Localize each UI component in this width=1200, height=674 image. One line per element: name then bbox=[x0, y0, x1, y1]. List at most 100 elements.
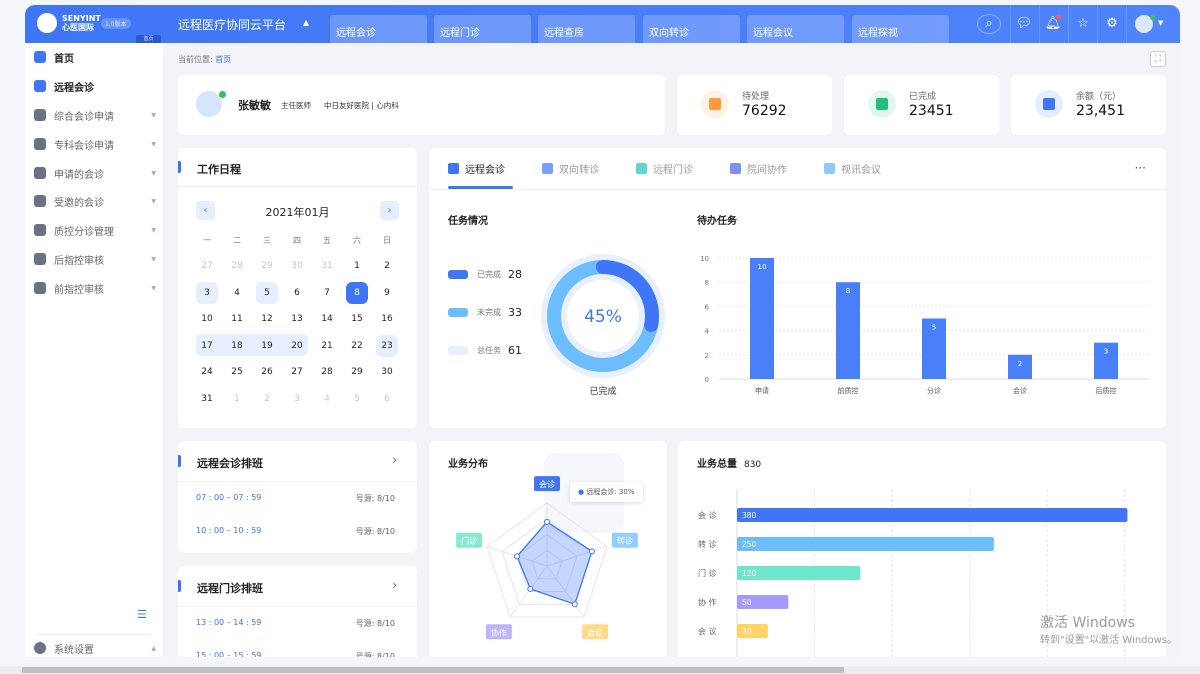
calendar-day[interactable]: 31 bbox=[196, 388, 218, 410]
radar-indicator: 门诊 bbox=[456, 532, 483, 548]
scrollbar-thumb[interactable] bbox=[22, 667, 844, 673]
schedule-time[interactable]: 07 : 00 – 07 : 59 bbox=[196, 493, 261, 502]
bar-value-label: 5 bbox=[932, 324, 936, 332]
tab-3[interactable]: 院间协作 bbox=[730, 161, 787, 176]
schedule-time[interactable]: 13 : 00 – 14 : 59 bbox=[196, 618, 261, 627]
chevron-right-icon[interactable]: › bbox=[392, 578, 397, 592]
calendar-day[interactable]: 24 bbox=[196, 361, 218, 383]
search-icon[interactable]: ⌕ bbox=[977, 14, 1001, 34]
chevron-right-icon[interactable]: › bbox=[392, 453, 397, 467]
calendar-day[interactable]: 6 bbox=[286, 282, 308, 304]
breadcrumb-prefix: 当前位置: bbox=[178, 55, 213, 64]
nav-tab[interactable]: 远程探视 bbox=[852, 15, 949, 43]
nav-tab[interactable]: 远程会诊 bbox=[330, 15, 427, 43]
calendar-day[interactable]: 16 bbox=[376, 308, 398, 330]
calendar-day[interactable]: 28 bbox=[316, 361, 338, 383]
calendar-day[interactable]: 4 bbox=[226, 282, 248, 304]
calendar-day[interactable]: 11 bbox=[226, 308, 248, 330]
radar-indicator: 会议 bbox=[582, 624, 609, 640]
divider bbox=[178, 606, 417, 607]
calendar-day[interactable]: 5 bbox=[346, 388, 368, 410]
calendar-day[interactable]: 3 bbox=[196, 281, 218, 304]
calendar-day[interactable]: 4 bbox=[316, 388, 338, 410]
radar-indicator: 会诊 bbox=[534, 476, 560, 492]
calendar-day[interactable]: 27 bbox=[286, 361, 308, 383]
tab-2[interactable]: 远程门诊 bbox=[636, 161, 693, 176]
calendar-day[interactable]: 30 bbox=[286, 255, 308, 277]
calendar-day[interactable]: 19 bbox=[256, 335, 278, 357]
radar-indicator: 转诊 bbox=[611, 532, 638, 548]
calendar-day[interactable]: 8 bbox=[346, 281, 368, 304]
calendar-day[interactable]: 31 bbox=[316, 255, 338, 277]
weekday-label: 二 bbox=[233, 236, 241, 245]
sidebar-item[interactable]: 专科会诊申请 ▼ bbox=[34, 134, 156, 154]
indicator-label: 转诊 bbox=[617, 536, 633, 546]
sidebar-item[interactable]: 后指控审核 ▼ bbox=[34, 249, 156, 269]
scrollbar-track[interactable] bbox=[0, 666, 1200, 674]
doctor-org: 中日友好医院 | 心内科 bbox=[324, 101, 399, 110]
fullscreen-icon[interactable]: ⛶ bbox=[1150, 51, 1166, 67]
breadcrumb-home[interactable]: 首页 bbox=[215, 55, 231, 64]
calendar-day[interactable]: 30 bbox=[376, 361, 398, 383]
sidebar-item[interactable]: 综合会诊申请 ▼ bbox=[34, 105, 156, 125]
calendar-day[interactable]: 25 bbox=[226, 361, 248, 383]
calendar-day[interactable]: 22 bbox=[346, 335, 368, 357]
calendar-day[interactable]: 23 bbox=[376, 334, 398, 357]
schedule-time[interactable]: 15 : 00 – 15 : 59 bbox=[196, 651, 261, 657]
calendar-day[interactable]: 2 bbox=[376, 255, 398, 277]
calendar-day[interactable]: 10 bbox=[196, 308, 218, 330]
sidebar-item-label: 受邀的会诊 bbox=[54, 197, 104, 209]
calendar-day[interactable]: 27 bbox=[196, 255, 218, 277]
sidebar-item-label: 综合会诊申请 bbox=[54, 111, 114, 123]
sidebar-item-settings[interactable]: 系统设置 ▲ bbox=[34, 638, 156, 657]
bell-icon[interactable]: 🔔︎ bbox=[1042, 13, 1064, 35]
chevron-down-icon: ▼ bbox=[151, 226, 156, 234]
chevron-down-icon[interactable]: ▼ bbox=[1158, 19, 1163, 27]
calendar-day[interactable]: 2 bbox=[256, 388, 278, 410]
sidebar-item[interactable]: 受邀的会诊 ▼ bbox=[34, 191, 156, 211]
sidebar-item[interactable]: 质控分诊管理 ▼ bbox=[34, 220, 156, 240]
calendar-day[interactable]: 14 bbox=[316, 308, 338, 330]
next-month-button[interactable]: › bbox=[380, 201, 399, 220]
sidebar-item[interactable]: 远程会诊 bbox=[34, 76, 156, 96]
tab-0[interactable]: 远程会诊 bbox=[448, 161, 505, 176]
calendar-day[interactable]: 3 bbox=[286, 388, 308, 410]
platform-title[interactable]: 远程医疗协同云平台 bbox=[178, 16, 286, 33]
calendar-day[interactable]: 9 bbox=[376, 282, 398, 304]
calendar-day[interactable]: 12 bbox=[256, 308, 278, 330]
calendar-day[interactable]: 28 bbox=[226, 255, 248, 277]
nav-tab[interactable]: 远程查房 bbox=[538, 15, 635, 43]
more-icon[interactable]: ··· bbox=[1135, 161, 1146, 175]
collapse-menu-icon[interactable]: ☰ bbox=[137, 608, 147, 621]
caret-up-icon[interactable]: ▲ bbox=[303, 18, 309, 27]
calendar-day[interactable]: 17 bbox=[196, 335, 218, 357]
calendar-day[interactable]: 5 bbox=[256, 281, 278, 304]
sidebar-item[interactable]: 申请的会诊 ▼ bbox=[34, 163, 156, 183]
avatar[interactable] bbox=[1135, 15, 1155, 33]
tab-4[interactable]: 视讯会议 bbox=[824, 161, 881, 176]
calendar-day[interactable]: 6 bbox=[376, 388, 398, 410]
calendar-day[interactable]: 7 bbox=[316, 282, 338, 304]
sidebar-item[interactable]: 首页 bbox=[34, 47, 156, 67]
gear-icon[interactable]: ⚙ bbox=[1101, 13, 1123, 35]
nav-tab[interactable]: 远程会议 bbox=[747, 15, 844, 43]
nav-tab[interactable]: 远程门诊 bbox=[434, 15, 531, 43]
home-tag[interactable]: 首页 bbox=[136, 35, 161, 43]
divider bbox=[1068, 5, 1069, 43]
calendar-day[interactable]: 18 bbox=[226, 335, 248, 357]
tab-1[interactable]: 双向转诊 bbox=[542, 161, 599, 176]
sidebar-item[interactable]: 前指控审核 ▼ bbox=[34, 278, 156, 298]
schedule-time[interactable]: 10 : 00 – 10 : 59 bbox=[196, 526, 261, 535]
calendar-day[interactable]: 13 bbox=[286, 308, 308, 330]
star-icon[interactable]: ☆ bbox=[1072, 13, 1094, 35]
calendar-day[interactable]: 26 bbox=[256, 361, 278, 383]
calendar-day[interactable]: 20 bbox=[286, 335, 308, 357]
calendar-day[interactable]: 15 bbox=[346, 308, 368, 330]
calendar-day[interactable]: 1 bbox=[226, 388, 248, 410]
nav-tab[interactable]: 双向转诊 bbox=[643, 15, 740, 43]
chat-icon[interactable]: 💬︎ bbox=[1013, 13, 1035, 35]
calendar-day[interactable]: 29 bbox=[256, 255, 278, 277]
calendar-day[interactable]: 21 bbox=[316, 335, 338, 357]
calendar-day[interactable]: 29 bbox=[346, 361, 368, 383]
calendar-day[interactable]: 1 bbox=[346, 255, 368, 277]
